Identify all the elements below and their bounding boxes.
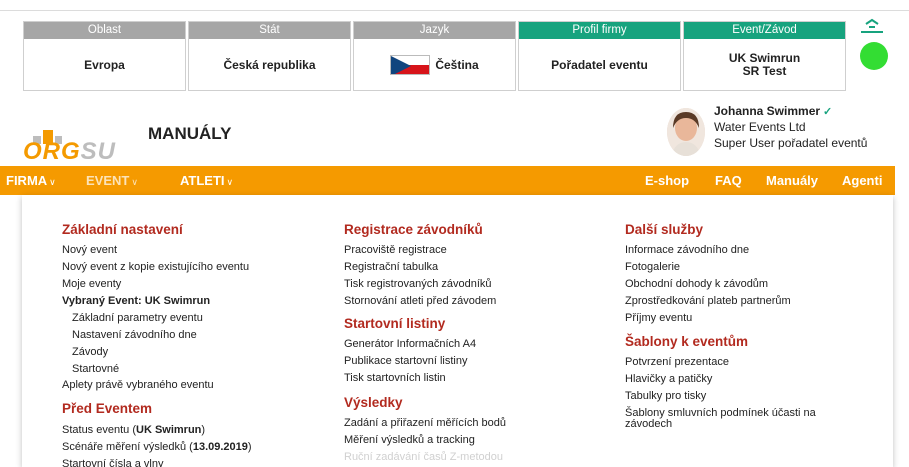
logo-part-su: SU — [80, 138, 117, 165]
menu-item[interactable]: Stornování atleti před závodem — [344, 295, 496, 308]
menu-item[interactable]: Zprostředkování plateb partnerům — [625, 295, 791, 308]
nav-agenti[interactable]: Agenti — [842, 166, 882, 195]
scenar-date: 13.09.2019 — [192, 441, 248, 453]
section-registrace: Registrace závodníků — [344, 222, 483, 237]
status-indicator — [860, 42, 888, 70]
menu-item[interactable]: Informace závodního dne — [625, 244, 749, 257]
menu-item[interactable]: Příjmy eventu — [625, 312, 692, 325]
scenar-suffix: ) — [247, 441, 252, 453]
context-country-header: Stát — [189, 22, 350, 39]
user-role: Super User pořadatel eventů — [714, 136, 868, 150]
status-prefix: Status eventu ( — [62, 424, 136, 436]
user-company: Water Events Ltd — [714, 120, 806, 134]
menu-item[interactable]: Publikace startovní listiny — [344, 355, 468, 368]
section-startovni-listiny: Startovní listiny — [344, 316, 446, 331]
menu-item-status-eventu[interactable]: Status eventu (UK Swimrun) — [62, 424, 205, 437]
chevron-down-icon: ✓ — [823, 106, 833, 118]
menu-item[interactable]: Tisk registrovaných závodníků — [344, 278, 492, 291]
collapse-bar-icon[interactable] — [860, 18, 884, 34]
nav-event-label: EVENT — [86, 173, 130, 188]
menu-item-selected-event[interactable]: Vybraný Event: UK Swimrun — [62, 295, 210, 308]
context-region[interactable]: Oblast Evropa — [23, 21, 186, 91]
section-pred-eventem: Před Eventem — [62, 401, 153, 416]
status-suffix: ) — [201, 424, 206, 436]
context-language[interactable]: Jazyk Čeština — [353, 21, 516, 91]
menu-item[interactable]: Základní parametry eventu — [72, 312, 203, 325]
context-event-value: UK Swimrun SR Test — [684, 39, 845, 91]
czech-flag-icon — [390, 55, 431, 75]
menu-item[interactable]: Měření výsledků a tracking — [344, 434, 475, 447]
nav-firma-label: FIRMA — [6, 173, 48, 188]
menu-item[interactable]: Generátor Informačních A4 — [344, 338, 476, 351]
user-name: Johanna Swimmer — [714, 104, 821, 118]
context-event-header: Event/Závod — [684, 22, 845, 39]
orgsu-logo-text[interactable]: ORGSU — [23, 138, 116, 166]
user-menu[interactable]: Johanna Swimmer ✓ — [714, 104, 832, 118]
context-region-value: Evropa — [84, 57, 125, 72]
menu-item[interactable]: Aplety právě vybraného eventu — [62, 379, 214, 392]
nav-event[interactable]: EVENT ∨ — [86, 166, 138, 195]
nav-atleti[interactable]: ATLETI ∨ — [180, 166, 233, 195]
context-event-line2: SR Test — [742, 64, 787, 78]
menu-item[interactable]: Fotogalerie — [625, 261, 680, 274]
context-language-value: Čeština — [435, 57, 479, 72]
menu-item[interactable]: Startovné — [72, 363, 119, 376]
logo-part-org: ORG — [23, 138, 81, 165]
context-company-profile[interactable]: Profil firmy Pořadatel eventu — [518, 21, 681, 91]
context-country-value: Česká republika — [223, 57, 316, 72]
nav-faq[interactable]: FAQ — [715, 166, 742, 195]
section-vysledky: Výsledky — [344, 395, 403, 410]
menu-item[interactable]: Závody — [72, 346, 108, 359]
section-sablony: Šablony k eventům — [625, 334, 749, 349]
menu-item[interactable]: Tisk startovních listin — [344, 372, 446, 385]
context-language-header: Jazyk — [354, 22, 515, 39]
context-event[interactable]: Event/Závod UK Swimrun SR Test — [683, 21, 846, 91]
context-company-profile-value: Pořadatel eventu — [551, 57, 648, 72]
user-avatar[interactable] — [667, 108, 705, 156]
status-event-name: UK Swimrun — [136, 424, 202, 436]
menu-item-continuation[interactable]: závodech — [625, 418, 672, 431]
menu-item[interactable]: Moje eventy — [62, 278, 121, 291]
context-company-profile-header: Profil firmy — [519, 22, 680, 39]
nav-firma[interactable]: FIRMA ∨ — [6, 166, 56, 195]
main-nav: FIRMA ∨ EVENT ∨ ATLETI ∨ E-shop FAQ Manuály… — [0, 166, 895, 195]
menu-item[interactable]: Potvrzení prezentace — [625, 356, 729, 369]
section-dalsi-sluzby: Další služby — [625, 222, 704, 237]
nav-eshop[interactable]: E-shop — [645, 166, 689, 195]
context-country[interactable]: Stát Česká republika — [188, 21, 351, 91]
context-region-header: Oblast — [24, 22, 185, 39]
menu-item[interactable]: Nový event z kopie existujícího eventu — [62, 261, 249, 274]
chevron-down-icon: ∨ — [49, 177, 56, 187]
menu-item-disabled: Ruční zadávání časů Z-metodou — [344, 451, 503, 463]
menu-item[interactable]: Startovní čísla a vlny — [62, 458, 164, 467]
menu-item[interactable]: Pracoviště registrace — [344, 244, 447, 257]
menu-item[interactable]: Nastavení závodního dne — [72, 329, 197, 342]
menu-item-scenare[interactable]: Scénáře měření výsledků (13.09.2019) — [62, 441, 252, 454]
scenar-prefix: Scénáře měření výsledků ( — [62, 441, 193, 453]
menu-item[interactable]: Tabulky pro tisky — [625, 390, 706, 403]
menu-item[interactable]: Hlavičky a patičky — [625, 373, 712, 386]
top-divider — [0, 10, 909, 11]
menu-item[interactable]: Zadání a přiřazení měřících bodů — [344, 417, 506, 430]
menu-item[interactable]: Registrační tabulka — [344, 261, 438, 274]
chevron-down-icon: ∨ — [131, 177, 138, 187]
chevron-down-icon: ∨ — [226, 177, 234, 187]
context-language-body: Čeština — [354, 39, 515, 91]
nav-manualy[interactable]: Manuály — [766, 166, 818, 195]
menu-item[interactable]: Nový event — [62, 244, 117, 257]
section-zakladni-nastaveni: Základní nastavení — [62, 222, 183, 237]
page-title: MANUÁLY — [148, 124, 232, 143]
nav-atleti-label: ATLETI — [180, 173, 225, 188]
menu-item[interactable]: Obchodní dohody k závodům — [625, 278, 768, 291]
event-menu-panel: Základní nastavení Nový event Nový event… — [22, 195, 893, 467]
